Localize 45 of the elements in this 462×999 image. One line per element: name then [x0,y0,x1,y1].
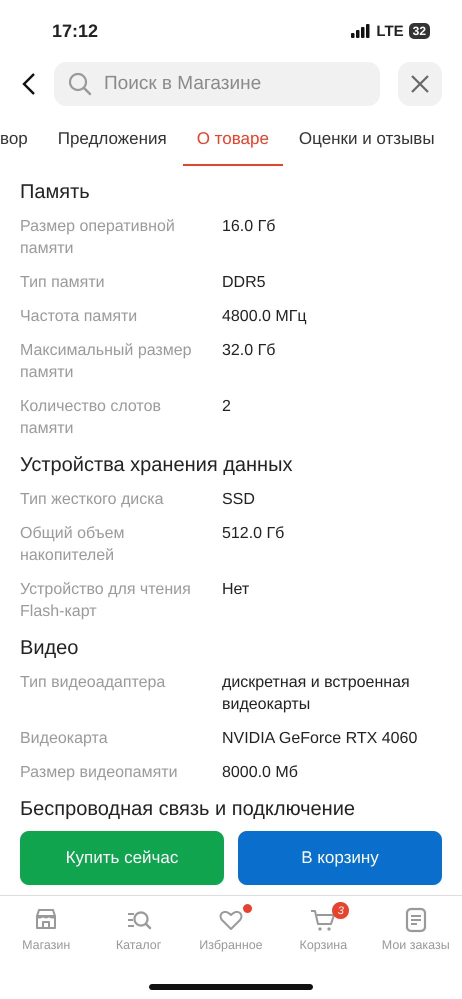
spec-label: Тип памяти [20,273,106,293]
section-title: Беспроводная связь и подключение [20,797,356,821]
network-label: LTE [376,22,404,40]
spec-label: Частота памяти [20,307,138,327]
nav-item[interactable]: Каталог [94,906,183,984]
battery-indicator: 32 [408,23,430,39]
signal-icon [351,24,372,38]
spec-value: дискретная и встроенная видеокарты [222,673,411,715]
spec-value: SSD [222,490,256,510]
count-badge: 3 [332,902,350,919]
spec-label: Количество слотов памяти [20,397,162,439]
spec-value: 2 [222,397,232,417]
spec-value: 512.0 Гб [222,524,286,544]
spec-label: Максимальный размер памяти [20,341,192,383]
tab[interactable]: О товаре [182,116,283,166]
close-icon [410,74,430,94]
spec-value: 4800.0 МГц [222,307,308,327]
spec-label: Общий объем накопителей [20,524,126,566]
spec-value: Нет [222,580,250,600]
nav-item[interactable]: Избранное [186,906,275,984]
spec-label: Тип жесткого диска [20,490,164,510]
spec-value: DDR5 [222,273,267,293]
nav-item[interactable]: Мои заказы [372,906,460,984]
clock-time: 17:12 [52,20,98,42]
back-button[interactable] [22,72,36,96]
section-title: Устройства хранения данных [20,453,294,477]
tab[interactable]: Оценки и отзывы [298,116,435,166]
spec-value: 32.0 Гб [222,341,276,361]
nav-item[interactable]: Магазин [2,906,90,984]
section-title: Память [20,180,91,204]
tab[interactable]: Предложения [58,116,167,166]
spec-label: Тип видеоадаптера [20,673,166,693]
tab[interactable]: вор [0,116,28,166]
close-button[interactable] [398,62,442,106]
section-title: Видео [20,636,80,660]
spec-label: Размер оперативной памяти [20,217,176,259]
add-to-cart-button[interactable]: В корзину [238,831,442,885]
spec-label: Видеокарта [20,729,109,749]
spec-value: NVIDIA GeForce RTX 4060 [222,729,418,749]
buy-now-button[interactable]: Купить сейчас [20,831,224,885]
spec-label: Устройство для чтения Flash-карт [20,580,192,622]
spec-value: 8000.0 Мб [222,763,299,783]
spec-label: Размер видеопамяти [20,763,178,783]
search-field[interactable]: Поиск в Магазине [54,62,380,106]
spec-value: 16.0 Гб [222,217,276,237]
